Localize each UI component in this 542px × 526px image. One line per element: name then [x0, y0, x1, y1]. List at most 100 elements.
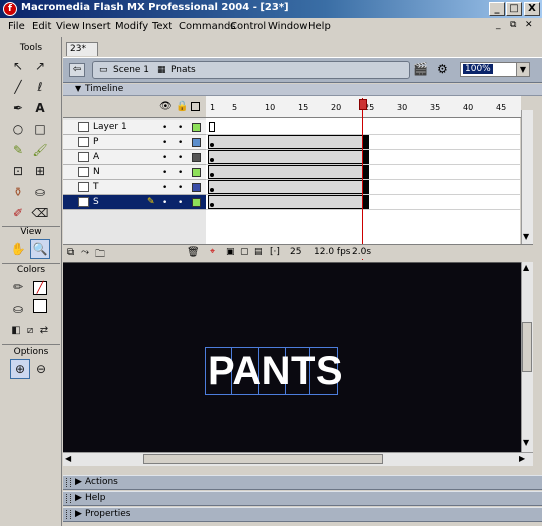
doc-close-icon[interactable]: ✕ — [525, 20, 533, 30]
timeline-scrollbar[interactable]: ▼ — [521, 110, 533, 244]
keyframe-end[interactable] — [363, 195, 369, 209]
stage-vertical-scrollbar[interactable]: ▲ ▼ — [521, 262, 533, 452]
menu-edit[interactable]: Edit — [32, 21, 51, 32]
layer-color-swatch[interactable] — [192, 123, 201, 132]
visibility-dot[interactable]: • — [162, 153, 167, 163]
menu-insert[interactable]: Insert — [82, 21, 111, 32]
panel-grip-icon[interactable] — [66, 510, 71, 519]
frame-span[interactable] — [208, 195, 365, 209]
layer-color-swatch[interactable] — [192, 168, 201, 177]
onion-outlines-icon[interactable]: ▢ — [240, 247, 249, 257]
keyframe-dot[interactable] — [210, 143, 214, 147]
keyframe-end[interactable] — [363, 150, 369, 164]
subselect-tool-icon[interactable]: ↗ — [30, 56, 50, 76]
panel-grip-icon[interactable] — [66, 478, 71, 487]
scroll-thumb[interactable] — [143, 454, 383, 464]
lock-dot[interactable]: • — [178, 198, 183, 208]
lock-dot[interactable]: • — [178, 123, 183, 133]
frame-row[interactable] — [206, 135, 520, 150]
keyframe-end[interactable] — [363, 135, 369, 149]
layer-color-swatch[interactable] — [192, 183, 201, 192]
menu-modify[interactable]: Modify — [115, 21, 148, 32]
scroll-down-icon[interactable]: ▼ — [523, 232, 529, 241]
menu-text[interactable]: Text — [152, 21, 172, 32]
actions-panel-header[interactable]: ▶ Actions — [63, 475, 542, 490]
expand-arrow-icon[interactable]: ▶ — [75, 509, 82, 519]
frame-row[interactable] — [206, 180, 520, 195]
outline-icon[interactable] — [191, 102, 200, 111]
scroll-up-icon[interactable]: ▲ — [523, 263, 529, 272]
scroll-left-icon[interactable]: ◀ — [65, 454, 71, 463]
line-tool-icon[interactable]: ╱ — [8, 77, 28, 97]
keyframe-end[interactable] — [363, 180, 369, 194]
layer-row[interactable]: A • • — [63, 150, 206, 165]
frame-row[interactable] — [206, 165, 520, 180]
back-arrow-icon[interactable]: ⇦ — [69, 63, 85, 77]
scroll-down-icon[interactable]: ▼ — [523, 438, 529, 447]
frame-row[interactable] — [206, 150, 520, 165]
layer-row[interactable]: N • • — [63, 165, 206, 180]
properties-panel-header[interactable]: ▶ Properties — [63, 507, 542, 522]
lock-icon[interactable]: 🔒 — [176, 101, 188, 112]
scroll-right-icon[interactable]: ▶ — [519, 454, 525, 463]
text-tool-icon[interactable]: A — [30, 98, 50, 118]
playhead-handle[interactable] — [359, 99, 367, 110]
menu-view[interactable]: View — [56, 21, 80, 32]
zoom-tool-icon[interactable]: 🔍 — [30, 239, 50, 259]
doc-restore-icon[interactable]: ⧉ — [510, 20, 516, 30]
pencil-tool-icon[interactable]: ✎ — [8, 140, 28, 160]
layer-color-swatch[interactable] — [192, 198, 201, 207]
panel-grip-icon[interactable] — [66, 494, 71, 503]
frame-span[interactable] — [208, 135, 365, 149]
document-tab[interactable]: 23* — [66, 42, 98, 56]
add-guide-layer-icon[interactable]: ⤳ — [81, 247, 89, 258]
timeline-header[interactable]: ▼ Timeline — [63, 84, 542, 96]
frames-grid[interactable] — [206, 118, 520, 244]
pen-tool-icon[interactable]: ✒ — [8, 98, 28, 118]
visibility-dot[interactable]: • — [162, 123, 167, 133]
arrow-tool-icon[interactable]: ↖ — [8, 56, 28, 76]
delete-layer-icon[interactable]: 🗑 — [187, 247, 200, 258]
maximize-button[interactable]: □ — [506, 2, 522, 16]
visibility-dot[interactable]: • — [162, 198, 167, 208]
eyedropper-tool-icon[interactable]: ✐ — [8, 203, 28, 223]
lock-dot[interactable]: • — [178, 168, 183, 178]
layer-row[interactable]: Layer 1 • • — [63, 120, 206, 135]
keyframe-dot[interactable] — [210, 173, 214, 177]
stroke-color-swatch[interactable]: ╱ — [30, 277, 50, 297]
eraser-tool-icon[interactable]: ⌫ — [30, 203, 50, 223]
brush-tool-icon[interactable]: 🖌 — [30, 140, 50, 160]
stroke-color-icon[interactable]: ✏ — [8, 277, 28, 297]
menu-help[interactable]: Help — [308, 21, 331, 32]
expand-arrow-icon[interactable]: ▶ — [75, 477, 82, 487]
free-transform-tool-icon[interactable]: ⊡ — [8, 161, 28, 181]
insert-layer-icon[interactable]: ⧉ — [67, 247, 74, 258]
visibility-dot[interactable]: • — [162, 138, 167, 148]
layer-row[interactable]: T • • — [63, 180, 206, 195]
zoom-out-icon[interactable]: ⊖ — [31, 359, 51, 379]
breadcrumb-symbol[interactable]: Pnats — [171, 65, 196, 75]
eye-icon[interactable]: 👁 — [159, 101, 172, 112]
onion-skin-icon[interactable]: ▣ — [226, 247, 235, 257]
paint-bucket-tool-icon[interactable]: ⛀ — [30, 182, 50, 202]
edit-symbols-icon[interactable]: ⚙ — [437, 62, 448, 76]
fill-color-swatch[interactable] — [30, 299, 50, 319]
ink-bottle-tool-icon[interactable]: ⚱ — [8, 182, 28, 202]
menu-control[interactable]: Control — [230, 21, 266, 32]
text-block[interactable]: PANTS — [205, 347, 343, 395]
keyframe-dot[interactable] — [210, 188, 214, 192]
help-panel-header[interactable]: ▶ Help — [63, 491, 542, 506]
onion-markers-icon[interactable]: [·] — [270, 247, 280, 257]
layer-color-swatch[interactable] — [192, 138, 201, 147]
edit-scene-icon[interactable]: 🎬 — [413, 62, 428, 76]
frame-span[interactable] — [208, 165, 365, 179]
lock-dot[interactable]: • — [178, 183, 183, 193]
doc-minimize-icon[interactable]: _ — [496, 20, 501, 30]
layer-row[interactable]: P • • — [63, 135, 206, 150]
close-button[interactable]: X — [524, 2, 540, 16]
swap-colors-icon[interactable]: ⇄ — [34, 321, 54, 341]
lock-dot[interactable]: • — [178, 153, 183, 163]
zoom-in-icon[interactable]: ⊕ — [10, 359, 30, 379]
frame-row[interactable] — [206, 120, 520, 135]
lasso-tool-icon[interactable]: ℓ — [30, 77, 50, 97]
